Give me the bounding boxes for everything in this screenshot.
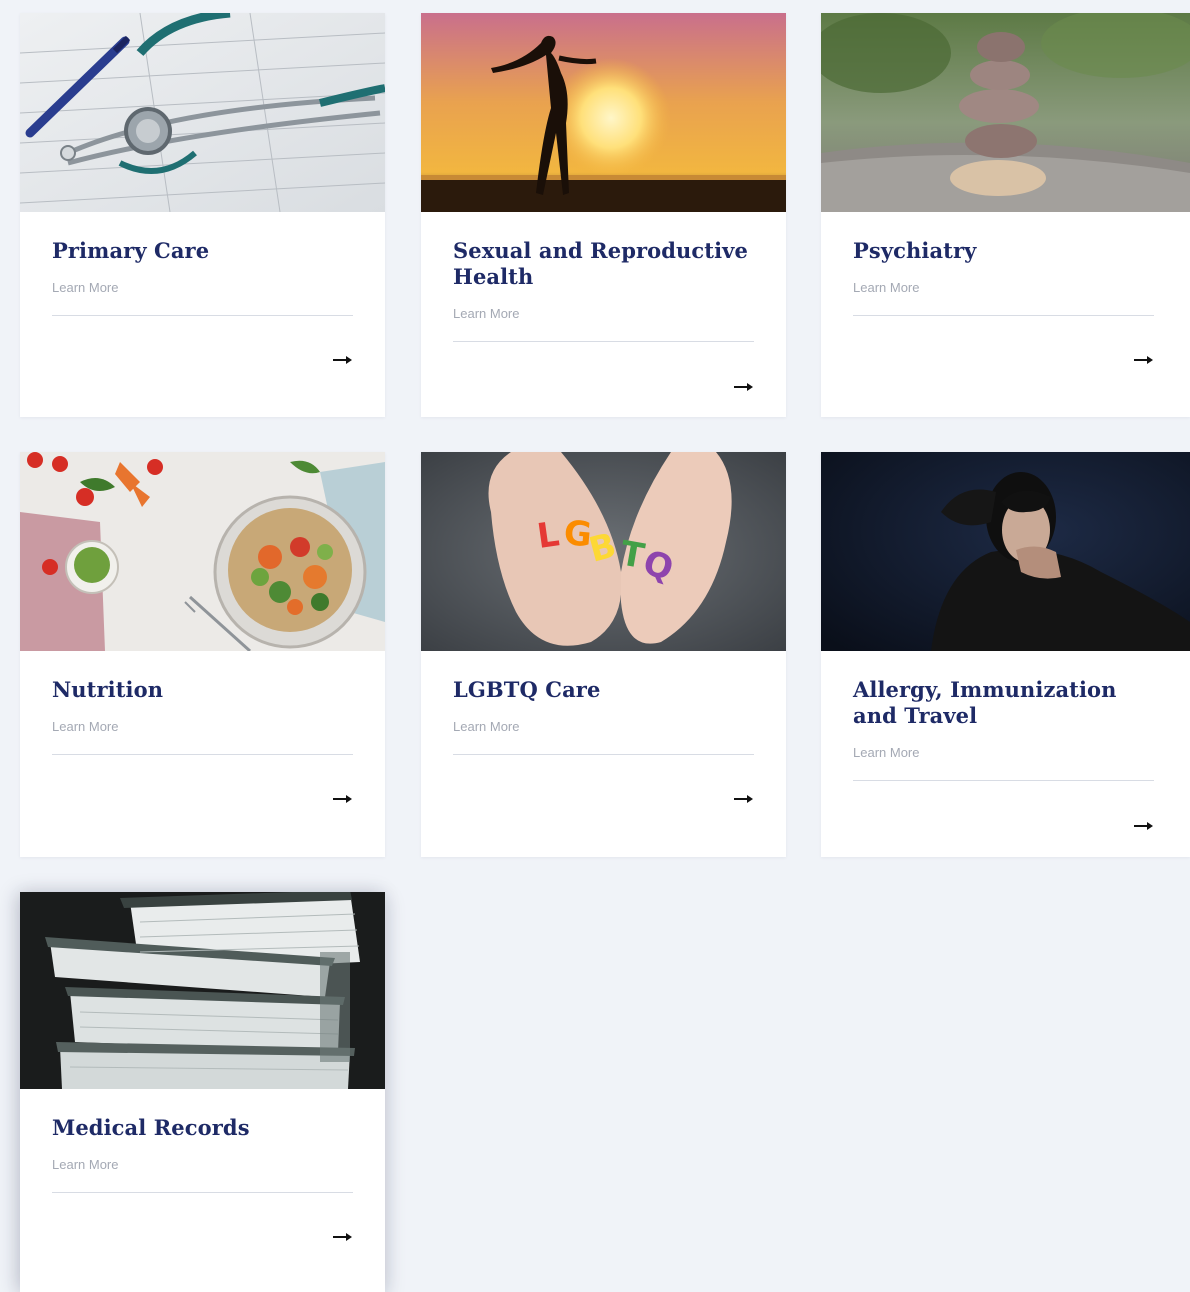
arrow-right-icon[interactable] <box>331 353 353 367</box>
service-card-medical-records[interactable]: Medical Records Learn More <box>20 892 385 1292</box>
divider <box>453 754 754 755</box>
stethoscope-image[interactable] <box>20 13 385 212</box>
service-card-lgbtq-care[interactable]: L G B T Q LGBTQ Care Learn More <box>421 452 786 857</box>
card-title[interactable]: LGBTQ Care <box>453 677 754 703</box>
divider <box>453 341 754 342</box>
card-title[interactable]: Psychiatry <box>853 238 1158 264</box>
learn-more-link[interactable]: Learn More <box>52 280 118 295</box>
arrow-right-icon[interactable] <box>1132 353 1154 367</box>
binders-image[interactable] <box>20 892 385 1089</box>
salad-bowl-image[interactable] <box>20 452 385 651</box>
divider <box>853 315 1154 316</box>
learn-more-link[interactable]: Learn More <box>52 1157 118 1172</box>
learn-more-link[interactable]: Learn More <box>853 280 919 295</box>
arrow-right-icon[interactable] <box>732 380 754 394</box>
arrow-right-icon[interactable] <box>1132 819 1154 833</box>
arrow-right-icon[interactable] <box>331 1230 353 1244</box>
learn-more-link[interactable]: Learn More <box>453 306 519 321</box>
card-title[interactable]: Sexual and Reproductive Health <box>453 238 754 290</box>
divider <box>52 315 353 316</box>
arrow-right-icon[interactable] <box>732 792 754 806</box>
service-card-nutrition[interactable]: Nutrition Learn More <box>20 452 385 857</box>
sunset-silhouette-image[interactable] <box>421 13 786 212</box>
divider <box>853 780 1154 781</box>
service-card-psychiatry[interactable]: Psychiatry Learn More <box>821 13 1190 417</box>
stacked-stones-image[interactable] <box>821 13 1190 212</box>
card-title[interactable]: Medical Records <box>52 1115 353 1141</box>
service-card-primary-care[interactable]: Primary Care Learn More <box>20 13 385 417</box>
card-title[interactable]: Allergy, Immunization and Travel <box>853 677 1158 729</box>
lgbtq-hands-image[interactable]: L G B T Q <box>421 452 786 651</box>
learn-more-link[interactable]: Learn More <box>52 719 118 734</box>
card-title[interactable]: Nutrition <box>52 677 353 703</box>
divider <box>52 754 353 755</box>
arrow-right-icon[interactable] <box>331 792 353 806</box>
divider <box>52 1192 353 1193</box>
learn-more-link[interactable]: Learn More <box>453 719 519 734</box>
service-card-sexual-reproductive-health[interactable]: Sexual and Reproductive Health Learn Mor… <box>421 13 786 417</box>
learn-more-link[interactable]: Learn More <box>853 745 919 760</box>
sneezing-woman-image[interactable] <box>821 452 1190 651</box>
card-title[interactable]: Primary Care <box>52 238 353 264</box>
service-card-allergy-immunization-travel[interactable]: Allergy, Immunization and Travel Learn M… <box>821 452 1190 857</box>
